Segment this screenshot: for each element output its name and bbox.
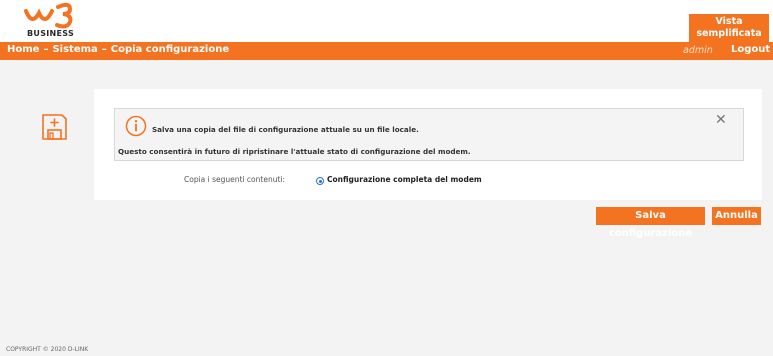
top-header: BUSINESS Vista semplificata	[0, 0, 773, 42]
save-file-icon	[38, 111, 70, 143]
cancel-button[interactable]: Annulla	[712, 207, 761, 225]
info-icon	[125, 115, 147, 137]
info-text-primary: Salva una copia del file di configurazio…	[152, 125, 419, 134]
simplified-view-button[interactable]: Vista semplificata	[689, 14, 769, 42]
info-text-secondary: Questo consentirà in futuro di ripristin…	[118, 147, 471, 156]
close-icon[interactable]: ✕	[715, 113, 727, 127]
breadcrumb-current: Copia configurazione	[110, 44, 230, 55]
info-box: Salva una copia del file di configurazio…	[114, 108, 744, 161]
logout-link[interactable]: Logout	[731, 44, 770, 55]
breadcrumb-separator: –	[43, 44, 49, 55]
nav-bar: Home – Sistema – Copia configurazione admin …	[0, 42, 773, 60]
copyright-footer: COPYRIGHT © 2020 D-LINK	[6, 346, 89, 353]
current-user: admin	[683, 45, 713, 56]
breadcrumb: Home – Sistema – Copia configurazione	[7, 44, 229, 55]
copy-config-card: Salva una copia del file di configurazio…	[94, 89, 762, 200]
breadcrumb-separator: –	[101, 44, 107, 55]
full-config-radio[interactable]	[316, 177, 324, 185]
view-button-line2: semplificata	[696, 28, 762, 39]
breadcrumb-sistema[interactable]: Sistema	[52, 44, 97, 55]
save-config-button[interactable]: Salva configurazione	[596, 207, 705, 239]
logo-subtitle: BUSINESS	[27, 29, 75, 38]
brand-logo: BUSINESS	[24, 2, 84, 40]
breadcrumb-home[interactable]: Home	[7, 44, 39, 55]
logo-mark-icon	[24, 2, 73, 29]
full-config-option-label[interactable]: Configurazione completa del modem	[327, 175, 482, 184]
view-button-line1: Vista	[715, 16, 743, 27]
copy-contents-label: Copia i seguenti contenuti:	[184, 175, 286, 184]
